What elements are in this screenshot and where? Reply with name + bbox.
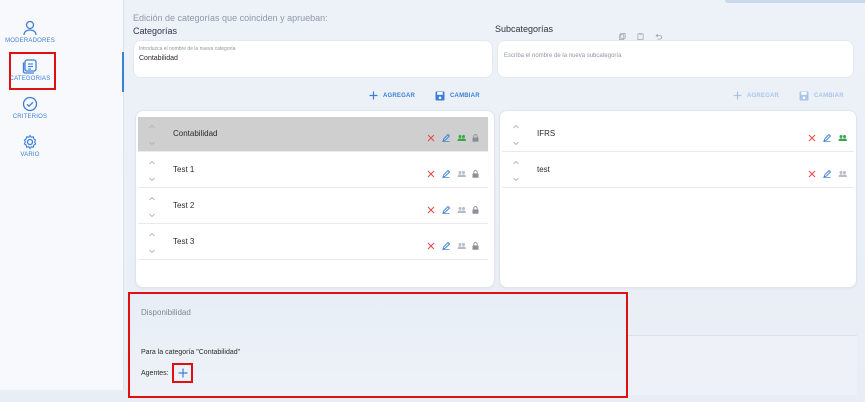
group-icon[interactable] [457, 165, 466, 177]
edit-icon[interactable] [442, 129, 451, 142]
add-category-label: AGREGAR [383, 92, 416, 99]
list-item[interactable]: Contabilidad [138, 117, 488, 152]
lock-icon[interactable] [472, 237, 480, 250]
undo-icon[interactable] [655, 27, 662, 40]
add-subcategory-button[interactable]: AGREGAR [733, 91, 779, 100]
paste-icon[interactable] [637, 27, 644, 40]
categories-title: Categorías [133, 26, 178, 36]
edit-icon[interactable] [442, 165, 451, 178]
reorder-arrows-icon[interactable] [148, 196, 156, 218]
edit-icon[interactable] [442, 237, 451, 250]
subcategories-title: Subcategorías [495, 24, 554, 34]
category-input-value: Contabilidad [139, 55, 178, 62]
categories-list-panel: Contabilidad Test 1 Test 2 Test 3 [135, 110, 495, 288]
user-icon [23, 20, 37, 36]
add-agent-button[interactable] [172, 363, 193, 383]
change-subcategory-button[interactable]: CAMBIAR [799, 91, 844, 101]
subcategories-list-panel: IFRS test [499, 110, 857, 288]
highlight-box [9, 52, 56, 90]
availability-title: Disponibilidad [141, 308, 191, 317]
category-name-field[interactable]: Introduzca el nombre de la nueva categor… [133, 40, 493, 78]
reorder-arrows-icon[interactable] [512, 160, 520, 182]
category-name: Test 1 [173, 165, 195, 174]
sidebar-item-label: MODERADORES [5, 38, 55, 44]
reorder-arrows-icon[interactable] [512, 124, 520, 146]
sidebar-item-label: VARIO [20, 152, 40, 158]
delete-icon[interactable] [427, 129, 435, 142]
top-strip [725, 0, 865, 3]
change-category-label: CAMBIAR [450, 93, 480, 99]
list-item[interactable]: Test 1 [138, 153, 488, 188]
edit-icon[interactable] [442, 201, 451, 214]
agents-label: Agentes: [141, 370, 169, 377]
lock-icon[interactable] [472, 165, 480, 178]
category-name: Test 2 [173, 201, 195, 210]
category-name: Contabilidad [173, 129, 218, 138]
group-icon[interactable] [838, 165, 847, 177]
sidebar-item-criterios[interactable]: CRITERIOS [0, 96, 60, 120]
copy-icon[interactable] [619, 27, 626, 40]
subcategory-name: IFRS [537, 129, 556, 138]
list-item[interactable]: test [502, 153, 854, 188]
add-category-button[interactable]: AGREGAR [369, 91, 415, 100]
plus-icon [178, 368, 187, 378]
reorder-arrows-icon[interactable] [148, 160, 156, 182]
list-item[interactable]: Test 2 [138, 189, 488, 224]
change-subcategory-label: CAMBIAR [814, 93, 844, 99]
delete-icon[interactable] [427, 165, 435, 178]
delete-icon[interactable] [808, 129, 816, 142]
subcategory-toolbar [619, 27, 662, 40]
reorder-arrows-icon[interactable] [148, 124, 156, 146]
lock-icon[interactable] [472, 129, 480, 142]
save-icon [799, 91, 809, 101]
edit-icon[interactable] [823, 165, 832, 178]
add-subcategory-label: AGREGAR [747, 92, 780, 99]
group-icon[interactable] [457, 129, 466, 141]
reorder-arrows-icon[interactable] [148, 232, 156, 254]
delete-icon[interactable] [427, 237, 435, 250]
subcategory-name-field[interactable]: Escriba el nombre de la nueva subcategor… [497, 40, 854, 78]
save-icon [435, 91, 445, 101]
group-icon[interactable] [457, 237, 466, 249]
availability-category-text: Para la categoría "Contabilidad" [141, 349, 241, 356]
delete-icon[interactable] [808, 165, 816, 178]
availability-highlight [128, 292, 628, 398]
edit-icon[interactable] [823, 129, 832, 142]
delete-icon[interactable] [427, 201, 435, 214]
group-icon[interactable] [457, 201, 466, 213]
page-heading: Edición de categorías que coinciden y ap… [133, 13, 328, 23]
subcategory-input-placeholder: Escriba el nombre de la nueva subcategor… [504, 53, 622, 59]
sidebar-item-moderadores[interactable]: MODERADORES [0, 20, 60, 44]
sidebar-item-label: CRITERIOS [12, 114, 48, 120]
category-name: Test 3 [173, 237, 195, 246]
subcategory-name: test [537, 165, 550, 174]
category-input-label: Introduzca el nombre de la nueva categor… [139, 46, 236, 52]
list-item[interactable]: Test 3 [138, 225, 488, 260]
check-circle-icon [22, 96, 38, 112]
plus-icon [733, 91, 742, 100]
group-icon[interactable] [838, 129, 847, 141]
list-item[interactable]: IFRS [502, 117, 854, 152]
sidebar-item-vario[interactable]: VARIO [0, 134, 60, 158]
lock-icon[interactable] [472, 201, 480, 214]
change-category-button[interactable]: CAMBIAR [435, 91, 480, 101]
gear-icon [23, 134, 37, 150]
plus-icon [369, 91, 378, 100]
